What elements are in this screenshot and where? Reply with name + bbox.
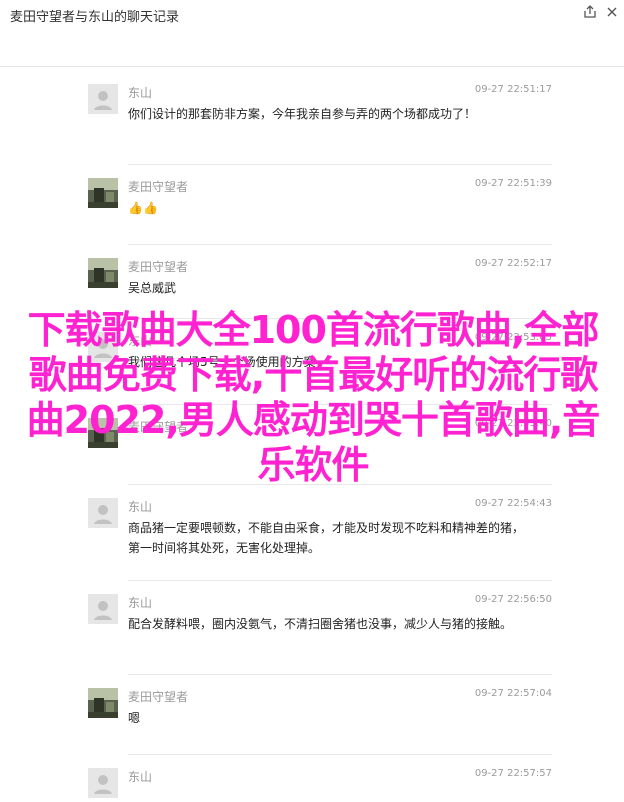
message-timestamp: 09-27 22:57:04	[474, 688, 552, 699]
sender-name: 东山	[128, 500, 153, 514]
sender-name: 东山	[128, 86, 153, 100]
message-text: 配合发酵料喂，圈内没氨气，不清扫圈舍猪也没事，减少人与猪的接触。	[128, 617, 513, 631]
avatar[interactable]	[88, 258, 118, 288]
sender-name: 麦田守望者	[128, 260, 189, 274]
message-timestamp: 09-27 22:51:39	[474, 178, 552, 189]
message-timestamp: 09-27 22:51:17	[474, 84, 552, 95]
message-divider	[128, 674, 552, 675]
message-text: 吴总威武	[128, 281, 177, 295]
overlay-banner-text: 下载歌曲大全100首流行歌曲,全部歌曲免费下载,十首最好听的流行歌曲2022,男…	[26, 308, 601, 487]
avatar[interactable]	[88, 768, 118, 798]
share-icon[interactable]	[582, 4, 598, 20]
window-title: 麦田守望者与东山的聊天记录	[10, 10, 180, 25]
avatar[interactable]	[88, 688, 118, 718]
title-bar: 麦田守望者与东山的聊天记录	[0, 0, 624, 67]
message-divider	[128, 580, 552, 581]
sender-name: 麦田守望者	[128, 690, 189, 704]
message-timestamp: 09-27 22:54:43	[474, 498, 552, 509]
message-timestamp: 09-27 22:52:17	[474, 258, 552, 269]
close-icon[interactable]	[604, 4, 620, 20]
message-divider	[128, 244, 552, 245]
sender-name: 东山	[128, 596, 153, 610]
avatar[interactable]	[88, 498, 118, 528]
message-timestamp: 09-27 22:57:57	[474, 768, 552, 779]
avatar[interactable]	[88, 178, 118, 208]
avatar[interactable]	[88, 84, 118, 114]
sender-name: 麦田守望者	[128, 180, 189, 194]
message-text: 你们设计的那套防非方案，今年我亲自参与弄的两个场都成功了！	[128, 107, 477, 121]
message-text: 商品猪一定要喂顿数，不能自由采食，才能及时发现不吃料和精神差的猪，第一时间将其处…	[128, 521, 525, 555]
avatar[interactable]	[88, 594, 118, 624]
sender-name: 东山	[128, 770, 153, 784]
message-divider	[128, 754, 552, 755]
message-divider	[128, 164, 552, 165]
message-text: 嗯	[128, 711, 141, 725]
message-text: 👍👍	[128, 201, 158, 215]
message-timestamp: 09-27 22:56:50	[474, 594, 552, 605]
